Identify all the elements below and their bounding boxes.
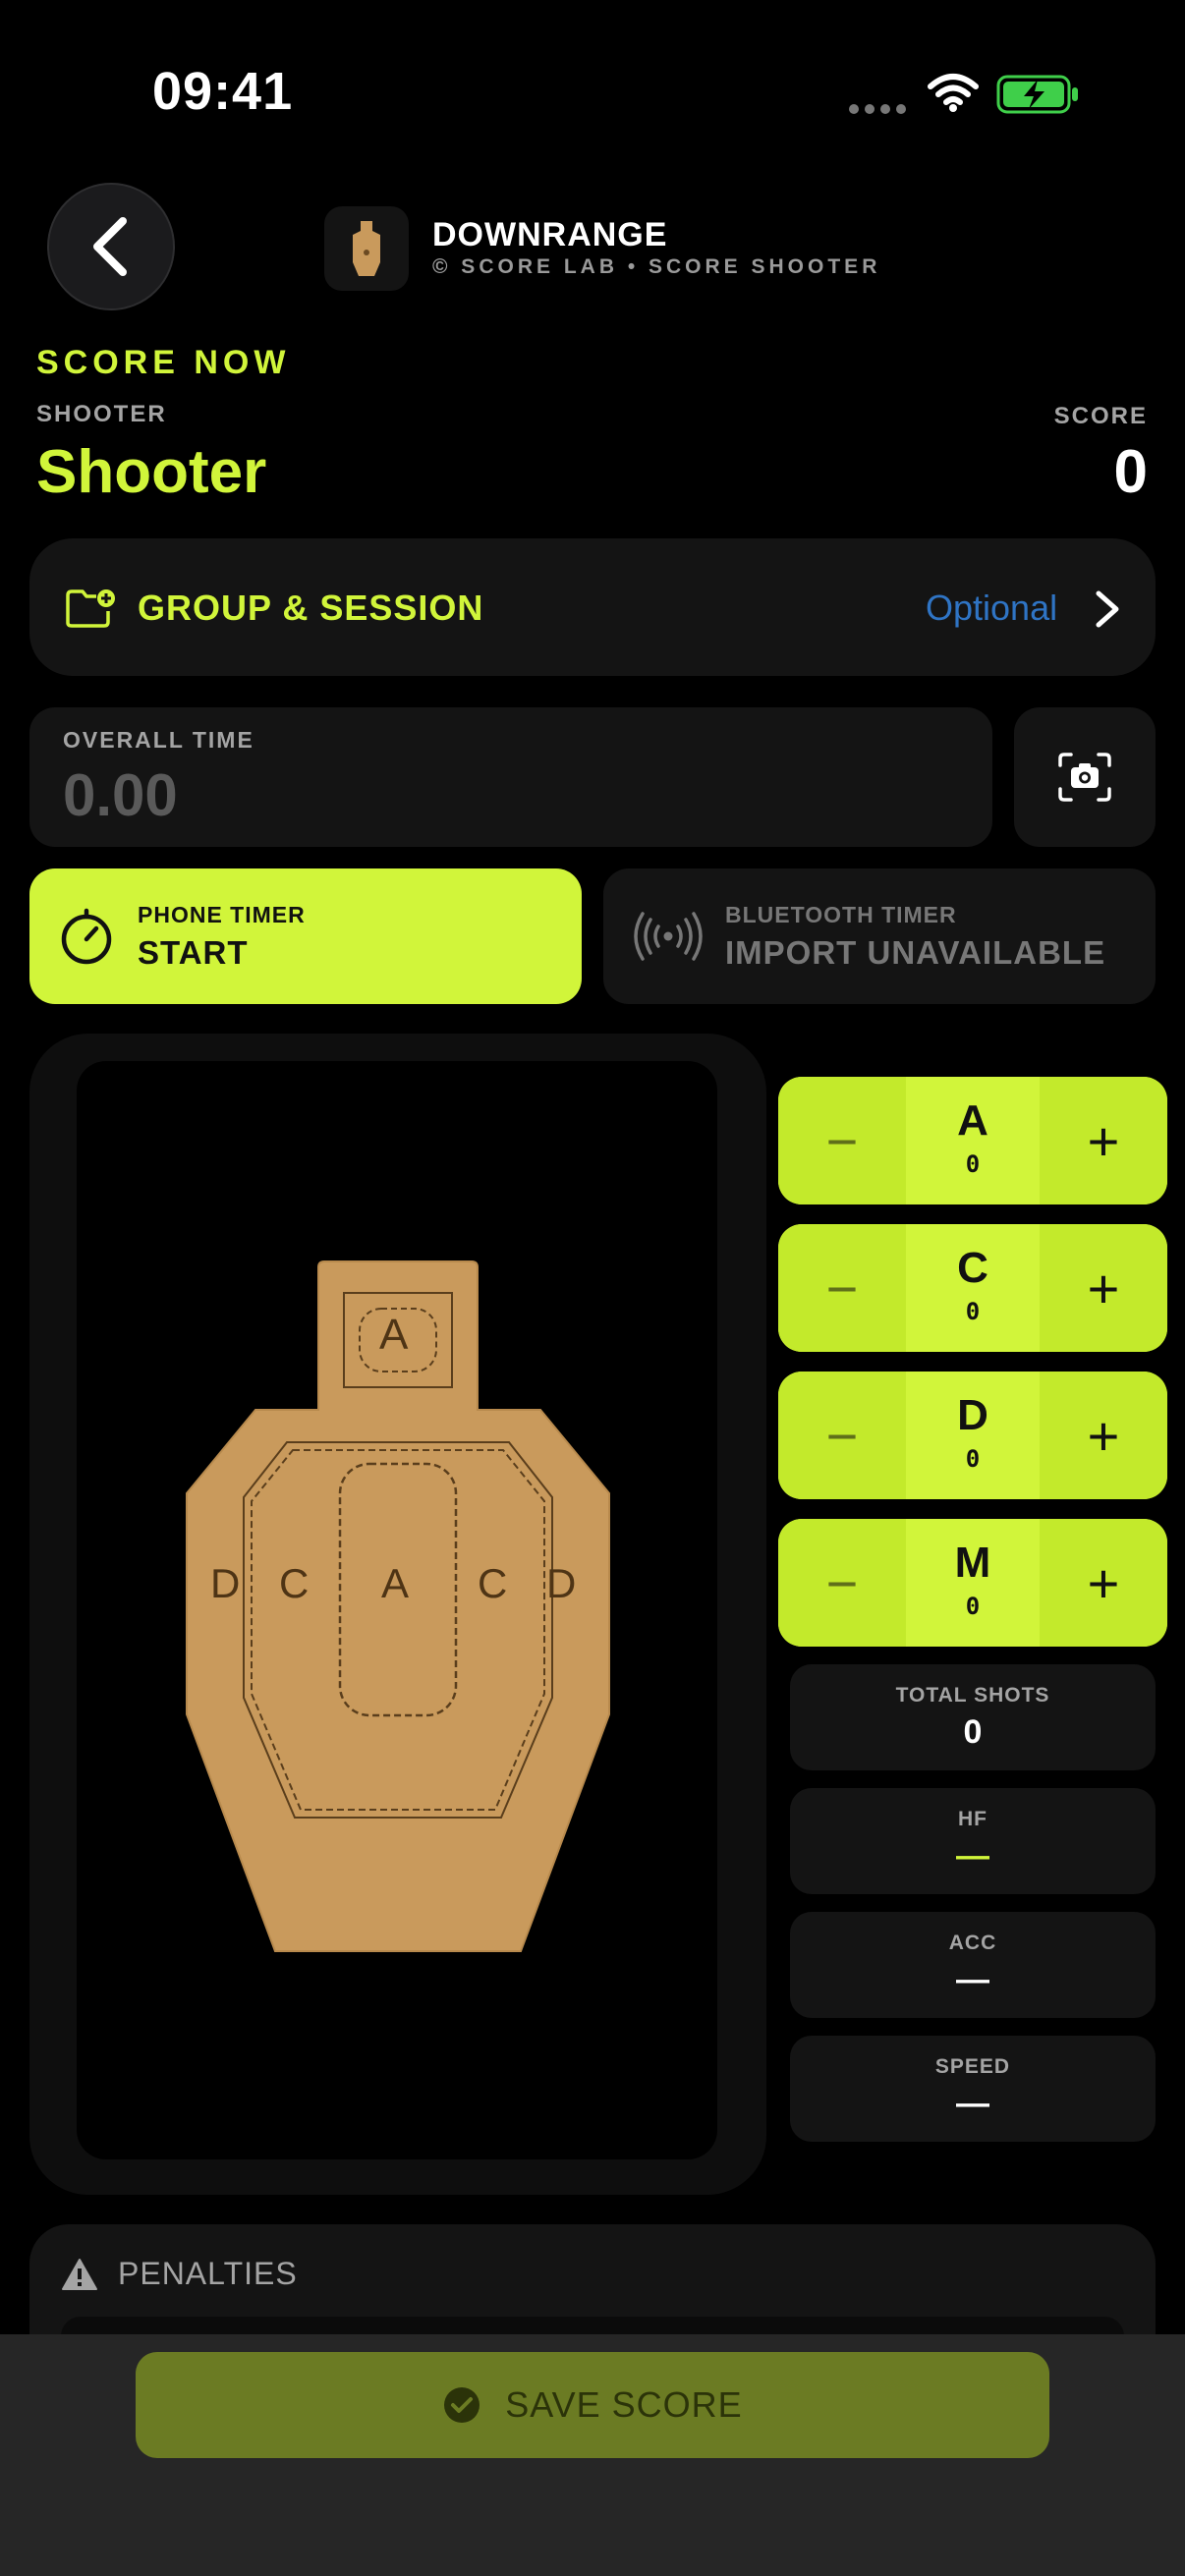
- warning-icon: [62, 2259, 97, 2290]
- bluetooth-timer-status: IMPORT UNAVAILABLE: [725, 934, 1106, 971]
- phone-timer-action: START: [138, 934, 249, 971]
- decrement-c-button[interactable]: −: [778, 1224, 906, 1352]
- counter-value: 0: [965, 1593, 981, 1620]
- score-label: SCORE: [1053, 403, 1148, 429]
- status-time: 09:41: [152, 62, 294, 121]
- target-zone-label: A: [379, 1311, 409, 1359]
- penalties-label: PENALTIES: [118, 2256, 298, 2291]
- stopwatch-icon: [61, 908, 112, 965]
- counter-letter: M: [954, 1539, 991, 1587]
- score-value: 0: [1113, 438, 1148, 506]
- group-session-optional: Optional: [926, 588, 1058, 628]
- app-logo: [324, 206, 409, 291]
- target-zone-label: D: [210, 1560, 241, 1606]
- stat-acc: ACC —: [790, 1912, 1156, 2018]
- shooter-name[interactable]: Shooter: [36, 437, 266, 507]
- stat-label: TOTAL SHOTS: [895, 1684, 1050, 1707]
- counter-c: − C 0 +: [778, 1224, 1167, 1352]
- stat-value: —: [956, 1837, 989, 1875]
- target-zone-label: C: [478, 1560, 508, 1606]
- stat-label: HF: [958, 1808, 988, 1830]
- stat-label: ACC: [948, 1932, 997, 1954]
- increment-a-button[interactable]: +: [1040, 1077, 1167, 1204]
- broadcast-icon: [634, 912, 703, 961]
- stat-value: —: [956, 1961, 989, 1998]
- stat-total-shots: TOTAL SHOTS 0: [790, 1664, 1156, 1770]
- section-title: SCORE NOW: [36, 344, 291, 381]
- cellular-signal-icon: [849, 104, 906, 114]
- counter-value: 0: [965, 1298, 981, 1325]
- wifi-icon: [928, 74, 979, 112]
- counter-value: 0: [965, 1150, 981, 1178]
- counter-value: 0: [965, 1445, 981, 1473]
- ipsc-target-image[interactable]: [177, 1258, 619, 1965]
- chevron-left-icon: [93, 217, 127, 276]
- shooter-label: SHOOTER: [36, 401, 167, 427]
- counter-letter: D: [957, 1391, 988, 1439]
- stat-hf: HF —: [790, 1788, 1156, 1894]
- decrement-a-button[interactable]: −: [778, 1077, 906, 1204]
- check-circle-icon: [444, 2387, 480, 2423]
- app-title: DOWNRANGE: [432, 216, 668, 253]
- counter-letter: A: [957, 1096, 988, 1145]
- counter-letter: C: [957, 1244, 988, 1292]
- stat-speed: SPEED —: [790, 2036, 1156, 2142]
- overall-time-value: 0.00: [63, 762, 178, 828]
- increment-c-button[interactable]: +: [1040, 1224, 1167, 1352]
- target-zone-label: C: [279, 1560, 310, 1606]
- target-zone-label: A: [381, 1560, 410, 1606]
- stat-label: SPEED: [934, 2055, 1011, 2078]
- decrement-d-button[interactable]: −: [778, 1372, 906, 1499]
- target-logo-icon: [353, 221, 380, 276]
- battery-charging-icon: [996, 75, 1078, 114]
- phone-timer-label: PHONE TIMER: [138, 902, 306, 927]
- app-subtitle: © SCORE LAB • SCORE SHOOTER: [432, 255, 881, 278]
- increment-m-button[interactable]: +: [1040, 1519, 1167, 1647]
- folder-plus-icon: [66, 589, 115, 628]
- bluetooth-timer-label: BLUETOOTH TIMER: [725, 902, 957, 927]
- chevron-right-icon: [1096, 590, 1119, 628]
- camera-scan-button[interactable]: [1014, 707, 1156, 847]
- back-button[interactable]: [47, 183, 175, 310]
- stat-value: 0: [963, 1713, 983, 1751]
- save-score-label: SAVE SCORE: [505, 2384, 743, 2425]
- counter-m: − M 0 +: [778, 1519, 1167, 1647]
- counter-a: − A 0 +: [778, 1077, 1167, 1204]
- increment-d-button[interactable]: +: [1040, 1372, 1167, 1499]
- save-score-button[interactable]: SAVE SCORE: [136, 2352, 1049, 2458]
- camera-scan-icon: [1058, 753, 1111, 802]
- overall-time-label: OVERALL TIME: [63, 727, 254, 753]
- decrement-m-button[interactable]: −: [778, 1519, 906, 1647]
- target-zone-label: D: [546, 1560, 577, 1606]
- counter-d: − D 0 +: [778, 1372, 1167, 1499]
- group-session-label: GROUP & SESSION: [138, 588, 484, 628]
- stat-value: —: [956, 2085, 989, 2122]
